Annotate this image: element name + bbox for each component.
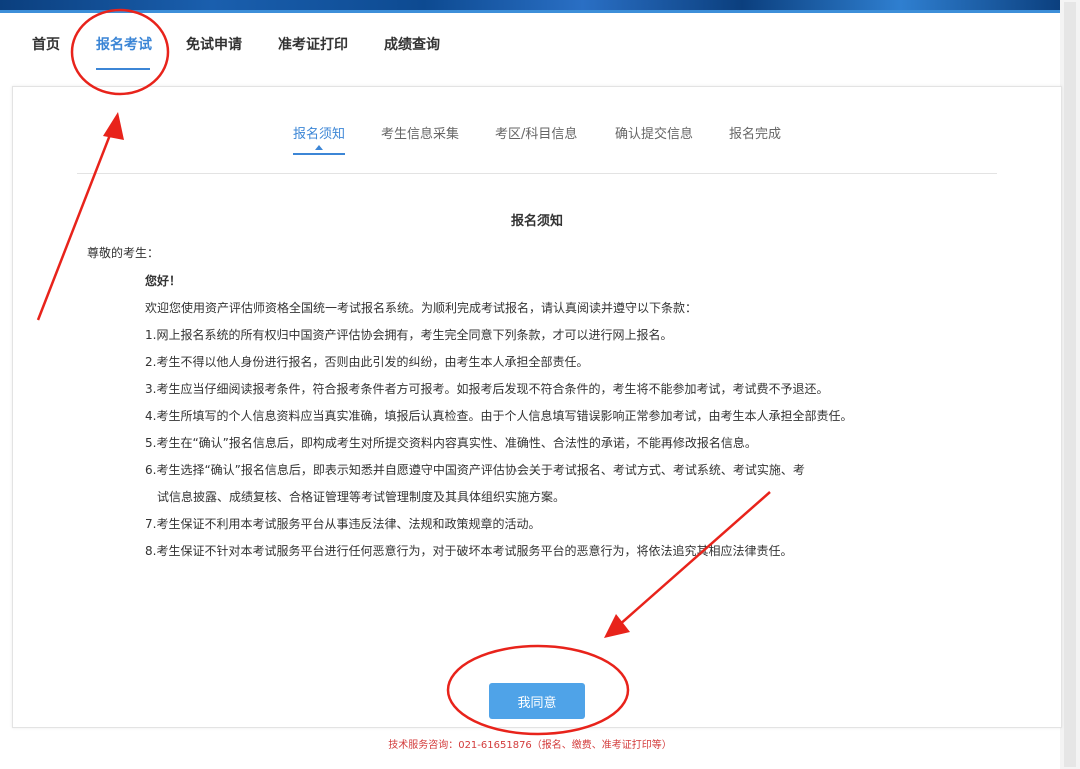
main-nav: 首页 报名考试 免试申请 准考证打印 成绩查询 [0,20,1060,80]
notice-hello: 您好！ [145,274,182,288]
nav-item-admission-ticket[interactable]: 准考证打印 [278,34,348,54]
registration-panel: 报名须知 考生信息采集 考区/科目信息 确认提交信息 报名完成 报名须知 尊敬的… [12,86,1062,728]
nav-item-score-query[interactable]: 成绩查询 [384,34,440,54]
top-banner [0,0,1060,13]
steps-divider [77,173,997,174]
notice-item: 3.考生应当仔细阅读报考条件，符合报考条件者方可报考。如报考后发现不符合条件的，… [145,382,829,396]
notice-greeting: 尊敬的考生： [87,246,160,260]
notice-item: 2.考生不得以他人身份进行报名，否则由此引发的纠纷，由考生本人承担全部责任。 [145,355,589,369]
nav-active-underline [96,68,150,70]
notice-title: 报名须知 [510,214,563,229]
step-tab-confirm[interactable]: 确认提交信息 [615,123,693,142]
step-tab-notice[interactable]: 报名须知 [293,123,345,142]
notice-item: 8.考生保证不针对本考试服务平台进行任何恶意行为，对于破坏本考试服务平台的恶意行… [145,544,793,558]
notice-item: 4.考生所填写的个人信息资料应当真实准确，填报后认真检查。由于个人信息填写错误影… [145,409,853,423]
nav-item-exemption[interactable]: 免试申请 [186,34,242,54]
notice-item-continuation: 试信息披露、成绩复核、合格证管理等考试管理制度及其具体组织实施方案。 [157,490,566,504]
nav-item-home[interactable]: 首页 [32,34,60,54]
notice-item: 7.考生保证不利用本考试服务平台从事违反法律、法规和政策规章的活动。 [145,517,541,531]
step-tab-complete[interactable]: 报名完成 [729,123,781,142]
step-active-caret [315,145,323,150]
agree-button[interactable]: 我同意 [489,683,585,719]
step-active-underline [293,153,345,155]
step-tab-region-subject[interactable]: 考区/科目信息 [495,123,577,142]
notice-item: 1.网上报名系统的所有权归中国资产评估协会拥有，考生完全同意下列条款，才可以进行… [145,328,673,342]
notice-item: 5.考生在“确认”报名信息后，即构成考生对所提交资料内容真实性、准确性、合法性的… [145,436,757,450]
page-scrollbar[interactable] [1060,0,1080,769]
footer-support-info: 技术服务咨询：021-61651876（报名、缴费、准考证打印等） [388,740,672,751]
scrollbar-thumb[interactable] [1064,2,1076,767]
notice-item: 6.考生选择“确认”报名信息后，即表示知悉并自愿遵守中国资产评估协会关于考试报名… [145,463,805,477]
step-tab-info-collection[interactable]: 考生信息采集 [381,123,459,142]
nav-item-exam-registration[interactable]: 报名考试 [96,34,152,54]
notice-intro: 欢迎您使用资产评估师资格全国统一考试报名系统。为顺利完成考试报名，请认真阅读并遵… [145,301,698,315]
